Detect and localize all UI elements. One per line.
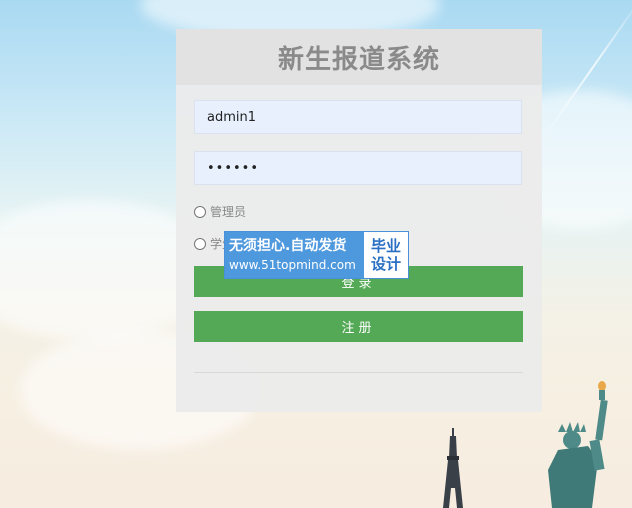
- watermark-right: 毕业 设计: [364, 232, 408, 278]
- role-admin-label: 管理员: [210, 205, 247, 219]
- watermark-left: 无须担心.自动发货 www.51topmind.com: [225, 232, 364, 278]
- radio-admin[interactable]: [194, 205, 206, 218]
- watermark-slogan: 无须担心.自动发货: [229, 238, 347, 254]
- password-value: ••••••: [207, 160, 260, 176]
- divider: [194, 372, 523, 373]
- watermark-right-line1: 毕业: [370, 237, 401, 255]
- login-panel: 新生报道系统 admin1 •••••• 管理员 学生 登录 注册: [176, 29, 542, 412]
- password-input[interactable]: ••••••: [194, 151, 522, 185]
- username-value: admin1: [207, 109, 257, 125]
- eiffel-tower-icon: [443, 428, 463, 508]
- page-title: 新生报道系统: [277, 44, 440, 75]
- watermark-badge: 无须担心.自动发货 www.51topmind.com 毕业 设计: [224, 231, 409, 279]
- role-admin-option[interactable]: 管理员: [194, 203, 246, 220]
- username-input[interactable]: admin1: [194, 100, 522, 134]
- radio-student[interactable]: [194, 237, 206, 250]
- statue-of-liberty-icon: [548, 381, 608, 508]
- register-button[interactable]: 注册: [194, 311, 523, 342]
- watermark-right-line2: 设计: [370, 255, 401, 273]
- watermark-url: www.51topmind.com: [229, 258, 356, 272]
- panel-header: 新生报道系统: [176, 29, 542, 85]
- page-background: 新生报道系统 admin1 •••••• 管理员 学生 登录 注册 无须担心.自…: [0, 0, 632, 508]
